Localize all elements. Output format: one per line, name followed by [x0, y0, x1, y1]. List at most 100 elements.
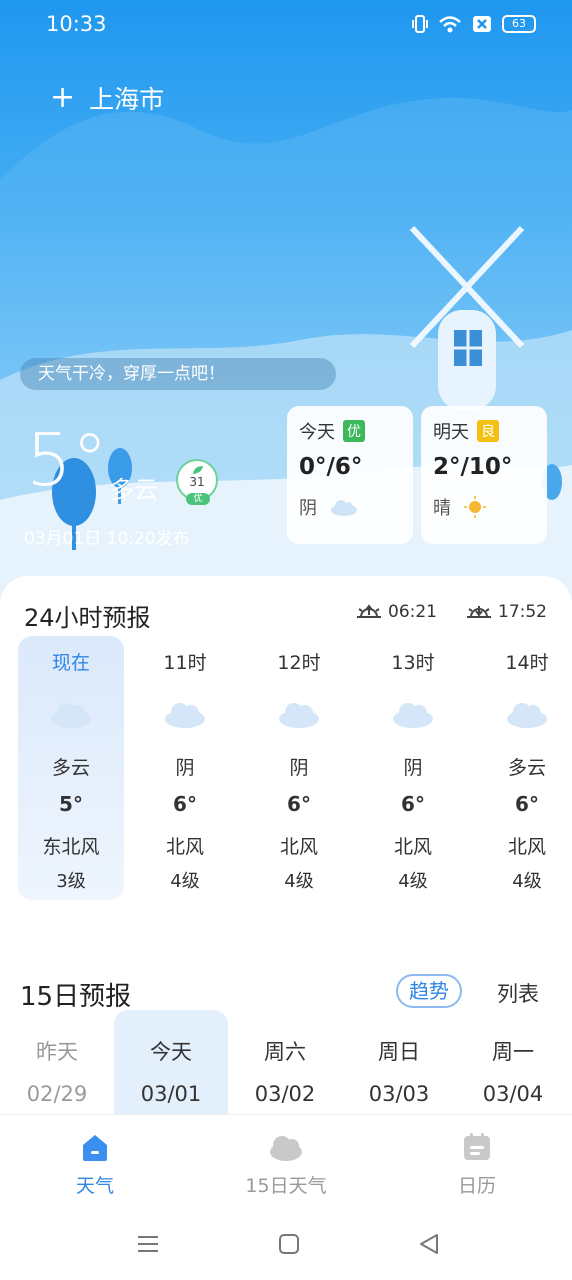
list-toggle[interactable]: 列表 [497, 978, 539, 1008]
hour-condition: 多云 [51, 757, 90, 779]
current-temperature: 5° [26, 418, 108, 502]
weather-tip: 天气干冷，穿厚一点吧！ [20, 358, 336, 390]
hourly-list[interactable]: 现在 多云 5° 东北风 3级 11时 阴 6° 北风 4级 12时 阴 6° … [12, 636, 572, 906]
day-name: 周一 [492, 1040, 534, 1064]
hour-wind: 北风 [165, 836, 204, 858]
weather-hero: 10:33 63 + 上海市 天气干冷，穿厚一点吧！ 5° 多云 31 优 03… [0, 0, 572, 600]
hour-item[interactable]: 12时 阴 6° 北风 4级 [246, 636, 352, 900]
tab-calendar[interactable]: 日历 [454, 1129, 500, 1198]
sunrise: 06:21 [356, 601, 437, 623]
hour-item[interactable]: 14时 多云 6° 北风 4级 [474, 636, 572, 900]
tab-label: 15日天气 [245, 1175, 327, 1197]
day-date: 02/29 [26, 1082, 88, 1106]
trend-toggle[interactable]: 趋势 [396, 974, 462, 1008]
hour-item[interactable]: 11时 阴 6° 北风 4级 [132, 636, 238, 900]
tab-label: 天气 [75, 1175, 114, 1197]
hour-condition: 多云 [507, 757, 546, 779]
hour-wind: 北风 [507, 836, 546, 858]
hour-label: 11时 [163, 652, 207, 674]
day-item[interactable]: 周六 03/02 [228, 1010, 342, 1116]
status-bar: 10:33 63 [0, 0, 572, 50]
menu-icon[interactable] [136, 1232, 160, 1256]
hour-item[interactable]: 现在 多云 5° 东北风 3级 [18, 636, 124, 900]
hour-label: 14时 [505, 652, 549, 674]
hour-temp: 6° [287, 792, 311, 816]
day-name: 周日 [378, 1040, 420, 1064]
day-date: 03/02 [254, 1082, 316, 1106]
hour-temp: 6° [173, 792, 197, 816]
hour-wind-level: 4级 [398, 871, 428, 892]
bottom-tab-bar: 天气 15日天气 日历 [0, 1114, 572, 1211]
aqi-value: 31 [189, 475, 205, 489]
hour-label: 现在 [51, 652, 90, 674]
aqi-badge[interactable]: 31 优 [176, 459, 218, 505]
system-nav-bar [0, 1210, 572, 1280]
hour-wind: 东北风 [42, 836, 100, 858]
hour-item[interactable]: 13时 阴 6° 北风 4级 [360, 636, 466, 900]
day-name: 昨天 [36, 1040, 78, 1064]
card-aqi-badge: 良 [477, 420, 499, 442]
forecast-panel: 24小时预报 06:21 17:52 现在 多云 5° 东北风 3级 11时 阴… [0, 576, 572, 1116]
hour-temp: 6° [401, 792, 425, 816]
hour-wind-level: 3级 [56, 871, 86, 892]
hour-wind-level: 4级 [284, 871, 314, 892]
tab-label: 日历 [457, 1175, 496, 1197]
leaf-icon [193, 466, 203, 474]
cloud-icon [279, 703, 319, 728]
sunrise-icon [357, 604, 381, 618]
cloud-icon [51, 703, 91, 728]
card-day-label: 明天 [433, 422, 469, 443]
add-city-icon[interactable]: + [50, 83, 75, 113]
day-item[interactable]: 昨天 02/29 [0, 1010, 114, 1116]
publish-time: 03月01日 10:20发布 [24, 529, 190, 549]
hourly-title: 24小时预报 [24, 604, 151, 632]
no-sim-icon [473, 16, 491, 32]
status-time: 10:33 [46, 12, 107, 36]
hour-condition: 阴 [403, 757, 423, 779]
home-icon [83, 1135, 107, 1161]
wifi-icon [439, 16, 461, 33]
daily-list[interactable]: 昨天 02/29 今天 03/01 周六 03/02 周日 03/03 周一 0… [0, 1010, 572, 1116]
day-date: 03/03 [368, 1082, 430, 1106]
hour-wind: 北风 [393, 836, 432, 858]
day-item[interactable]: 今天 03/01 [114, 1010, 228, 1116]
city-name[interactable]: 上海市 [89, 80, 164, 116]
day-date: 03/04 [482, 1082, 544, 1106]
day-item[interactable]: 周一 03/04 [456, 1010, 570, 1116]
home-nav-icon[interactable] [277, 1232, 301, 1256]
battery-level: 63 [512, 17, 526, 30]
hour-wind-level: 4级 [512, 871, 542, 892]
sunset-icon [467, 606, 491, 618]
calendar-icon [464, 1133, 490, 1160]
hour-temp: 5° [59, 792, 83, 816]
card-day-label: 今天 [299, 422, 335, 443]
hour-label: 12时 [277, 652, 321, 674]
tab-15day[interactable]: 15日天气 [240, 1129, 332, 1198]
hour-condition: 阴 [289, 757, 309, 779]
card-condition: 阴 [299, 498, 317, 519]
hour-condition: 阴 [175, 757, 195, 779]
hour-label: 13时 [391, 652, 435, 674]
daily-title: 15日预报 [20, 982, 132, 1012]
card-temp-range: 2°/10° [433, 454, 513, 480]
city-selector[interactable]: + 上海市 [50, 80, 164, 116]
cloud-icon [165, 703, 205, 728]
sun-icon [464, 496, 486, 518]
sunset-time: 17:52 [498, 602, 547, 622]
day-date: 03/01 [140, 1082, 202, 1106]
forecast-card-tomorrow[interactable]: 明天良 2°/10° 晴 [421, 406, 547, 544]
day-name: 周六 [264, 1040, 306, 1064]
forecast-card-today[interactable]: 今天优 0°/6° 阴 [287, 406, 413, 544]
tab-weather[interactable]: 天气 [72, 1129, 118, 1198]
sunset: 17:52 [466, 601, 547, 623]
cloud-icon [331, 500, 357, 516]
cloud-icon [270, 1136, 302, 1161]
status-icons: 63 [412, 14, 536, 34]
current-condition: 多云 [110, 476, 158, 504]
aqi-level: 优 [186, 493, 210, 505]
back-icon[interactable] [417, 1232, 441, 1256]
sunrise-time: 06:21 [388, 602, 437, 622]
card-condition: 晴 [433, 498, 451, 519]
day-item[interactable]: 周日 03/03 [342, 1010, 456, 1116]
battery-icon: 63 [502, 15, 536, 33]
